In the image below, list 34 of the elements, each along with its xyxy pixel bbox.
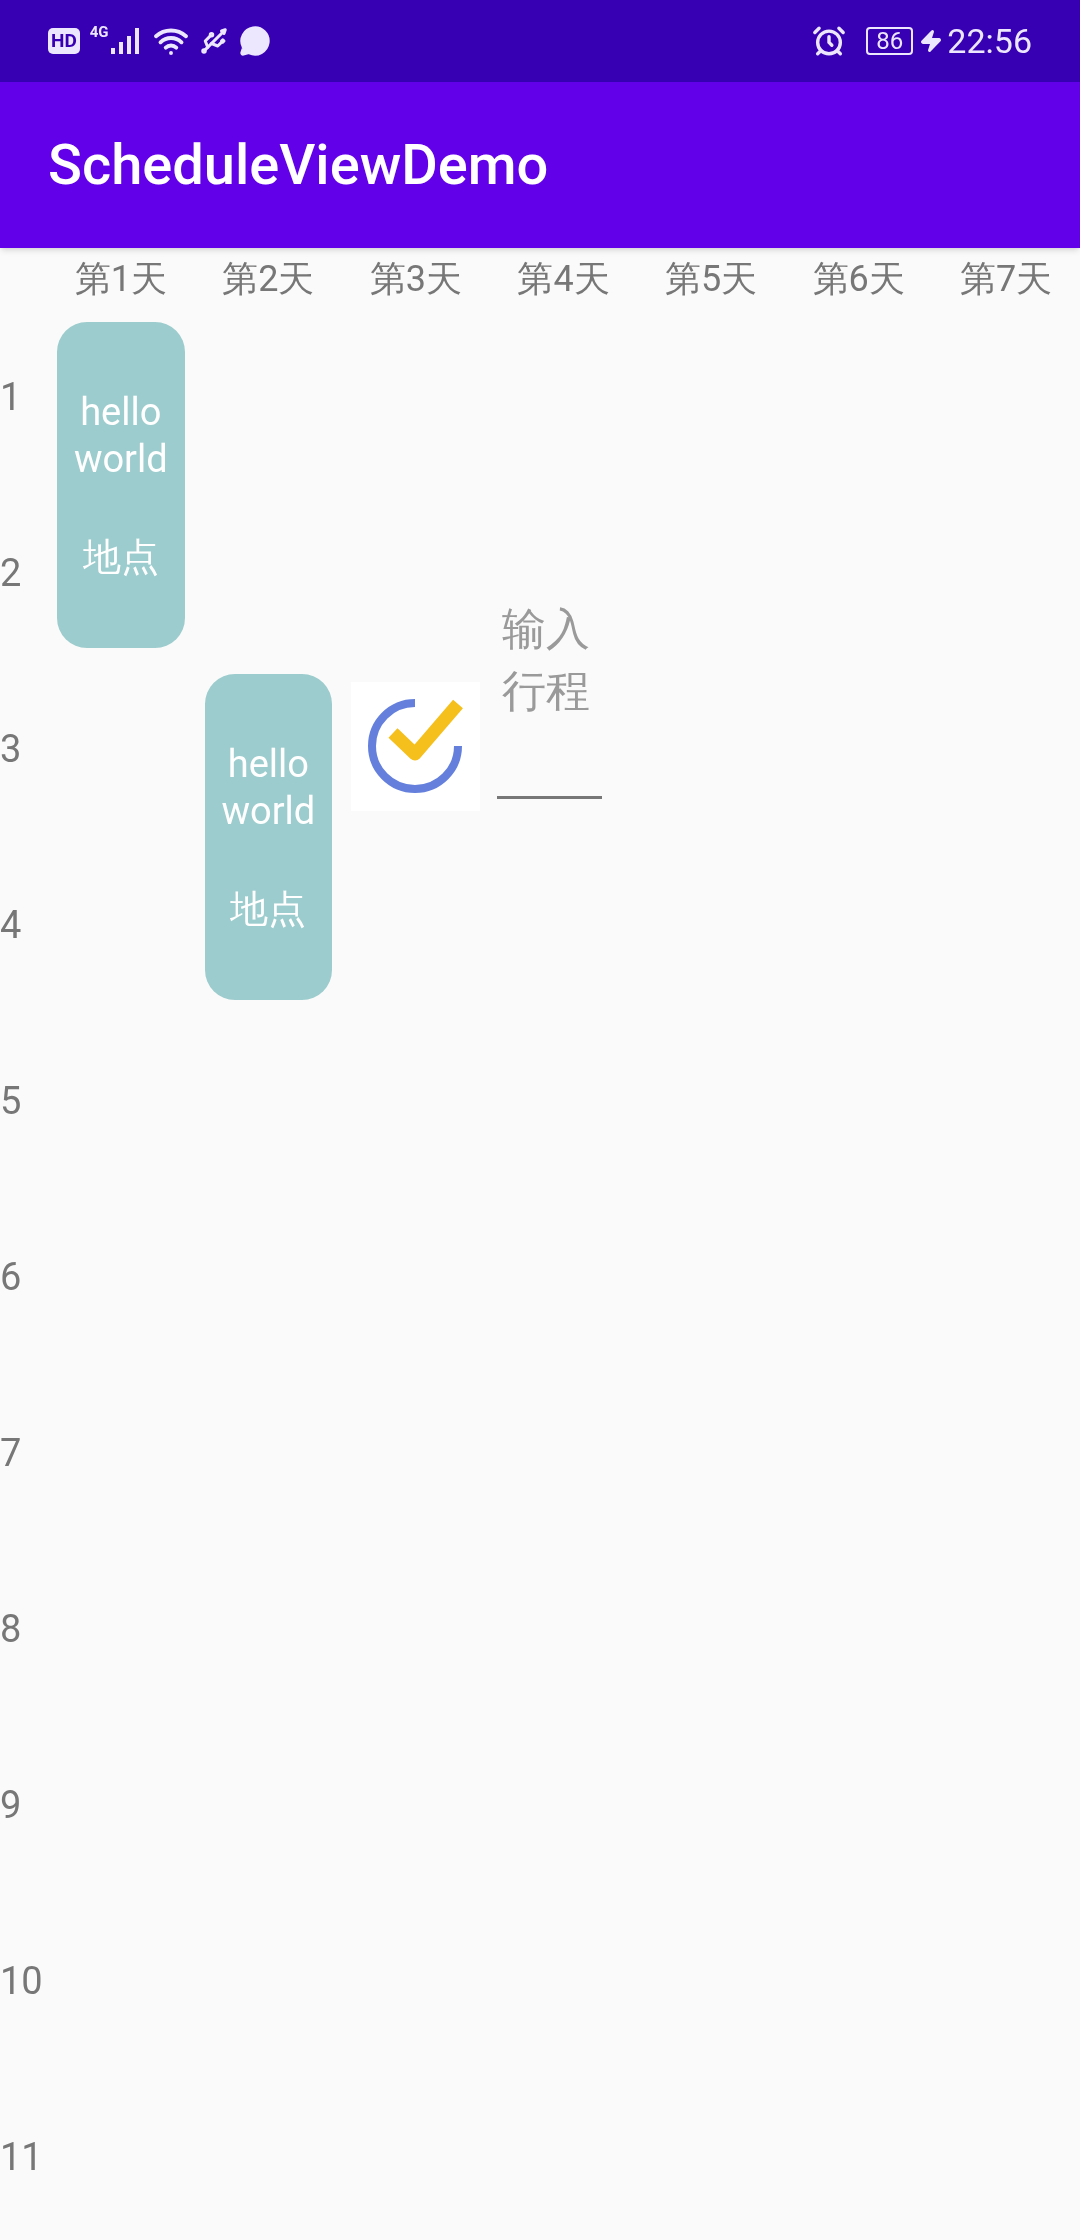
event-title: hello world xyxy=(220,740,317,836)
clock: 22:56 xyxy=(947,19,1032,63)
event-location: 地点 xyxy=(82,533,159,581)
period-label: 6 xyxy=(0,1258,22,1296)
period-label: 10 xyxy=(0,1962,43,2000)
period-label: 9 xyxy=(0,1786,22,1824)
event-card[interactable]: hello world 地点 xyxy=(57,322,185,648)
app-title: ScheduleViewDemo xyxy=(48,131,549,200)
day-header: 第4天 xyxy=(517,256,610,302)
day-header: 第6天 xyxy=(812,256,905,302)
period-label: 7 xyxy=(0,1434,22,1472)
event-location: 地点 xyxy=(230,885,307,933)
day-header: 第5天 xyxy=(664,256,758,302)
hd-badge: HD xyxy=(48,28,80,54)
period-label: 2 xyxy=(0,554,22,592)
event-title: hello world xyxy=(72,388,169,484)
period-label: 8 xyxy=(0,1610,22,1648)
day-header: 第1天 xyxy=(74,256,167,302)
event-card[interactable]: hello world 地点 xyxy=(204,674,333,1000)
period-label: 3 xyxy=(0,730,22,768)
day-header: 第2天 xyxy=(222,256,315,302)
period-label: 11 xyxy=(0,2138,43,2176)
schedule-input[interactable]: 输入行程 xyxy=(496,593,602,799)
day-header: 第7天 xyxy=(960,256,1053,302)
day-header: 第3天 xyxy=(369,256,463,302)
period-label: 1 xyxy=(0,378,22,416)
battery-indicator: 86 xyxy=(866,27,914,55)
charging-icon xyxy=(919,29,944,53)
usb-icon xyxy=(198,26,229,56)
chat-icon xyxy=(238,25,271,57)
period-label: 4 xyxy=(0,906,22,944)
alarm-icon xyxy=(812,24,847,58)
network-label: 4G xyxy=(89,21,109,43)
period-label: 5 xyxy=(0,1082,22,1120)
